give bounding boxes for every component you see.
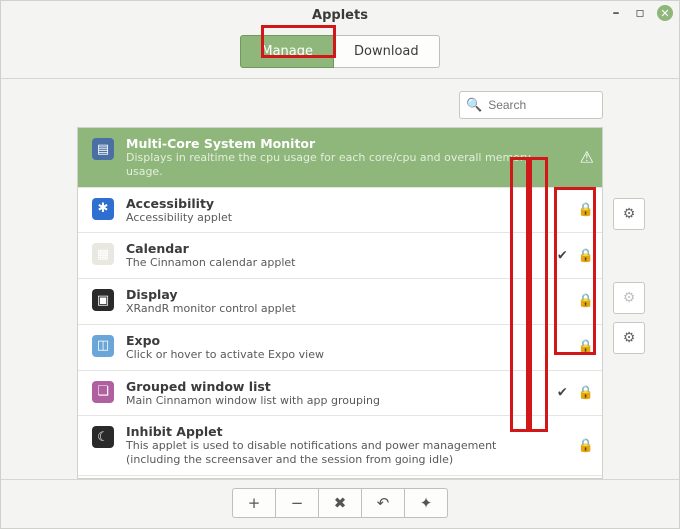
tab-manage-label: Manage (261, 44, 313, 59)
row-status-icons: ✔🔒 (557, 385, 594, 400)
bottom-toolbar: + − ✖ ↶ ✦ (1, 479, 679, 528)
lock-icon: 🔒 (578, 248, 594, 263)
applet-icon: ▦ (92, 243, 114, 265)
lock-icon: 🔒 (578, 294, 594, 309)
applet-text: DisplayXRandR monitor control applet (126, 287, 588, 316)
applet-text: ExpoClick or hover to activate Expo view (126, 333, 588, 362)
restore-button[interactable]: ↶ (362, 488, 405, 518)
applet-text: AccessibilityAccessibility applet (126, 196, 588, 225)
tab-manage[interactable]: Manage (240, 35, 334, 68)
gear-icon: ⚙ (623, 290, 636, 306)
update-button[interactable]: ✦ (405, 488, 448, 518)
applet-row[interactable]: ▤ Multi-Core System MonitorDisplays in re… (78, 128, 602, 188)
search-box[interactable]: 🔍 (459, 91, 603, 119)
applet-description: The Cinnamon calendar applet (126, 256, 548, 270)
applet-description: Accessibility applet (126, 211, 548, 225)
lock-icon: 🔒 (578, 340, 594, 355)
gear-icon: ⚙ (623, 330, 636, 346)
gear-button[interactable]: ⚙ (613, 198, 645, 230)
row-status-icons: 🔒 (578, 340, 594, 355)
applet-description: Click or hover to activate Expo view (126, 348, 548, 362)
row-status-icons: 🔒 (578, 438, 594, 453)
close-icon[interactable]: ✕ (657, 5, 673, 21)
undo-icon: ↶ (377, 494, 390, 512)
row-status-icons: 🔒 (578, 294, 594, 309)
remove-button[interactable]: − (276, 488, 319, 518)
applet-row[interactable]: ▦CalendarThe Cinnamon calendar applet✔🔒 (78, 233, 602, 279)
warning-icon: ⚠ (580, 148, 594, 167)
gear-column: ⚙ ⚙ ⚙ (605, 79, 645, 479)
window-controls: – ▫ ✕ (609, 5, 673, 21)
applet-title: Calendar (126, 241, 548, 256)
gear-icon: ⚙ (623, 206, 636, 222)
applet-icon: ❏ (92, 381, 114, 403)
applet-row[interactable]: ❏ Grouped window listMain Cinnamon window… (78, 371, 602, 417)
applet-icon: ✱ (92, 198, 114, 220)
applet-row[interactable]: ⌨KeyboardKeyboard layout✔🔒 (78, 476, 602, 479)
applet-icon: ▣ (92, 289, 114, 311)
applet-text: CalendarThe Cinnamon calendar applet (126, 241, 588, 270)
applet-title: Expo (126, 333, 548, 348)
applet-description: This applet is used to disable notificat… (126, 439, 548, 467)
applet-icon: ◫ (92, 335, 114, 357)
applet-row[interactable]: ▣DisplayXRandR monitor control applet🔒 (78, 279, 602, 325)
tab-download-label: Download (354, 44, 419, 59)
titlebar: Applets – ▫ ✕ (1, 1, 679, 29)
applet-row[interactable]: ◫ ExpoClick or hover to activate Expo vie… (78, 325, 602, 371)
applet-icon: ▤ (92, 138, 114, 160)
tab-download[interactable]: Download (334, 35, 440, 68)
lock-icon: 🔒 (578, 202, 594, 217)
applet-title: Display (126, 287, 548, 302)
applet-list[interactable]: ▤ Multi-Core System MonitorDisplays in re… (77, 127, 603, 479)
lock-icon: 🔒 (578, 438, 594, 453)
applet-title: Multi-Core System Monitor (126, 136, 548, 151)
row-status-icons: 🔒 (578, 202, 594, 217)
applet-row[interactable]: ☾ Inhibit AppletThis applet is used to di… (78, 416, 602, 476)
row-status-icons: ✔🔒 (557, 248, 594, 263)
add-button[interactable]: + (232, 488, 276, 518)
applet-icon: ☾ (92, 426, 114, 448)
gear-button[interactable]: ⚙ (613, 282, 645, 314)
delete-icon: ✖ (334, 494, 347, 512)
applet-title: Inhibit Applet (126, 424, 548, 439)
plus-icon: + (248, 494, 261, 512)
update-icon: ✦ (420, 494, 433, 512)
tab-bar: Manage Download (1, 29, 679, 79)
lock-icon: 🔒 (578, 385, 594, 400)
applet-row[interactable]: ✱AccessibilityAccessibility applet🔒 (78, 188, 602, 234)
row-status-icons: ⚠ (580, 148, 594, 167)
search-row: 🔍 (1, 79, 679, 127)
applet-description: Main Cinnamon window list with app group… (126, 394, 548, 408)
minus-icon: − (291, 494, 304, 512)
applet-description: Displays in realtime the cpu usage for e… (126, 151, 548, 179)
search-input[interactable] (486, 97, 596, 113)
maximize-icon[interactable]: ▫ (633, 6, 647, 20)
check-icon: ✔ (557, 248, 568, 263)
minimize-icon[interactable]: – (609, 6, 623, 20)
applet-text: Inhibit AppletThis applet is used to dis… (126, 424, 588, 467)
applet-description: XRandR monitor control applet (126, 302, 548, 316)
applet-title: Grouped window list (126, 379, 548, 394)
applet-title: Accessibility (126, 196, 548, 211)
window-title: Applets (312, 8, 368, 23)
applet-text: Grouped window listMain Cinnamon window … (126, 379, 588, 408)
applet-text: Multi-Core System MonitorDisplays in rea… (126, 136, 588, 179)
check-icon: ✔ (557, 385, 568, 400)
body-area: 🔍 ▤ Multi-Core System MonitorDisplays in … (1, 79, 679, 479)
gear-button[interactable]: ⚙ (613, 322, 645, 354)
applets-window: Applets – ▫ ✕ Manage Download 🔍 ▤ Multi-C… (0, 0, 680, 529)
search-icon: 🔍 (466, 98, 482, 113)
uninstall-button[interactable]: ✖ (319, 488, 362, 518)
